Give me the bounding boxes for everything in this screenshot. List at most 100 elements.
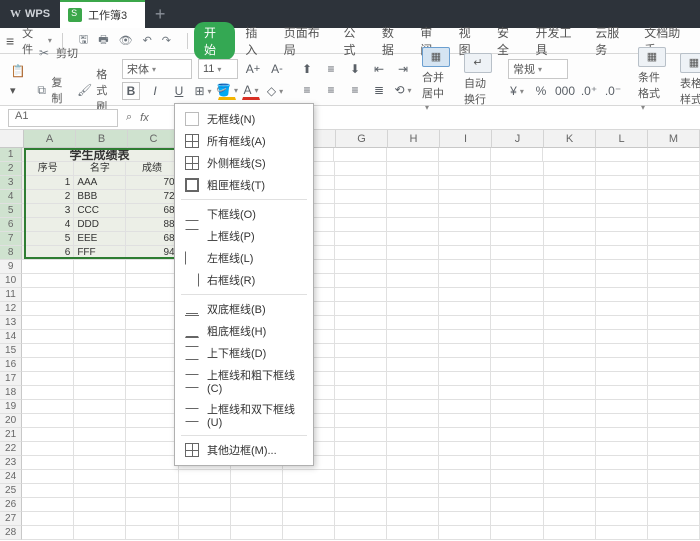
cell-G18[interactable] bbox=[335, 386, 387, 400]
col-header-K[interactable]: K bbox=[544, 130, 596, 148]
cell-A13[interactable] bbox=[22, 316, 74, 330]
cell-C6[interactable]: 88 bbox=[126, 218, 178, 232]
row-header-8[interactable]: 8 bbox=[0, 246, 22, 260]
undo-icon[interactable]: ↶ bbox=[143, 34, 152, 47]
cell-M6[interactable] bbox=[648, 218, 700, 232]
cell-H11[interactable] bbox=[387, 288, 439, 302]
cell-A11[interactable] bbox=[22, 288, 74, 302]
cell-D28[interactable] bbox=[179, 526, 231, 540]
cell-M19[interactable] bbox=[648, 400, 700, 414]
align-center-icon[interactable]: ≡ bbox=[322, 81, 340, 99]
ribbon-tab-8[interactable]: 开发工具 bbox=[528, 22, 585, 60]
ribbon-tab-9[interactable]: 云服务 bbox=[588, 22, 634, 60]
cell-H25[interactable] bbox=[387, 484, 439, 498]
cell-H20[interactable] bbox=[387, 414, 439, 428]
cell-A1[interactable]: 学生成绩表 bbox=[22, 148, 178, 162]
cell-B6[interactable]: DDD bbox=[74, 218, 126, 232]
bold-button[interactable]: B bbox=[122, 82, 140, 100]
cell-A18[interactable] bbox=[22, 386, 74, 400]
cut-button[interactable]: ✂剪切 bbox=[34, 44, 110, 62]
select-all-corner[interactable] bbox=[0, 130, 24, 148]
cell-K26[interactable] bbox=[544, 498, 596, 512]
grow-font-icon[interactable]: A+ bbox=[244, 60, 262, 78]
ribbon-tab-4[interactable]: 数据 bbox=[375, 22, 410, 60]
cell-K10[interactable] bbox=[544, 274, 596, 288]
cell-G16[interactable] bbox=[335, 358, 387, 372]
cell-E28[interactable] bbox=[231, 526, 283, 540]
cell-E27[interactable] bbox=[231, 512, 283, 526]
cell-C18[interactable] bbox=[126, 386, 178, 400]
col-header-M[interactable]: M bbox=[648, 130, 700, 148]
cell-K20[interactable] bbox=[544, 414, 596, 428]
cell-I13[interactable] bbox=[439, 316, 491, 330]
cell-L11[interactable] bbox=[596, 288, 648, 302]
row-header-14[interactable]: 14 bbox=[0, 330, 22, 344]
indent-dec-icon[interactable]: ⇤ bbox=[370, 60, 388, 78]
cell-M15[interactable] bbox=[648, 344, 700, 358]
cell-G19[interactable] bbox=[335, 400, 387, 414]
cell-H28[interactable] bbox=[387, 526, 439, 540]
row-header-13[interactable]: 13 bbox=[0, 316, 22, 330]
border-menu-item[interactable]: 所有框线(A) bbox=[175, 130, 313, 152]
cell-C4[interactable]: 72 bbox=[126, 190, 178, 204]
cell-M8[interactable] bbox=[648, 246, 700, 260]
cell-J15[interactable] bbox=[491, 344, 543, 358]
cell-B7[interactable]: EEE bbox=[74, 232, 126, 246]
cell-H3[interactable] bbox=[387, 176, 439, 190]
border-menu-item[interactable]: 上框线和双下框线(U) bbox=[175, 398, 313, 432]
cell-G7[interactable] bbox=[335, 232, 387, 246]
cell-H24[interactable] bbox=[387, 470, 439, 484]
cell-B20[interactable] bbox=[74, 414, 126, 428]
cell-D26[interactable] bbox=[179, 498, 231, 512]
cell-L8[interactable] bbox=[596, 246, 648, 260]
cell-G27[interactable] bbox=[335, 512, 387, 526]
cell-I3[interactable] bbox=[439, 176, 491, 190]
cell-G1[interactable] bbox=[334, 148, 386, 162]
cell-G5[interactable] bbox=[335, 204, 387, 218]
cell-M27[interactable] bbox=[648, 512, 700, 526]
cell-H15[interactable] bbox=[387, 344, 439, 358]
row-header-28[interactable]: 28 bbox=[0, 526, 22, 540]
cell-J28[interactable] bbox=[491, 526, 543, 540]
cell-J1[interactable] bbox=[491, 148, 543, 162]
cell-M9[interactable] bbox=[648, 260, 700, 274]
cell-B8[interactable]: FFF bbox=[74, 246, 126, 260]
cell-K5[interactable] bbox=[544, 204, 596, 218]
row-header-5[interactable]: 5 bbox=[0, 204, 22, 218]
cell-M23[interactable] bbox=[648, 456, 700, 470]
cell-L5[interactable] bbox=[596, 204, 648, 218]
preview-icon[interactable]: 👁 bbox=[119, 34, 133, 47]
cell-B24[interactable] bbox=[74, 470, 126, 484]
align-top-icon[interactable]: ⬆ bbox=[298, 60, 316, 78]
cell-B2[interactable]: 名字 bbox=[74, 162, 126, 176]
clear-format-button[interactable]: ◇ bbox=[266, 82, 284, 100]
cell-K19[interactable] bbox=[544, 400, 596, 414]
number-format-select[interactable]: 常规 bbox=[508, 59, 568, 79]
cell-I17[interactable] bbox=[439, 372, 491, 386]
cell-M25[interactable] bbox=[648, 484, 700, 498]
cell-J9[interactable] bbox=[491, 260, 543, 274]
cell-C9[interactable] bbox=[126, 260, 178, 274]
format-painter-button[interactable]: 🖌格式刷 bbox=[75, 65, 110, 115]
indent-inc-icon[interactable]: ⇥ bbox=[394, 60, 412, 78]
cell-M18[interactable] bbox=[648, 386, 700, 400]
cell-I18[interactable] bbox=[439, 386, 491, 400]
font-color-button[interactable]: A bbox=[242, 82, 260, 100]
cell-I5[interactable] bbox=[439, 204, 491, 218]
border-menu-item[interactable]: 下框线(O) bbox=[175, 203, 313, 225]
border-menu-item[interactable]: 上下框线(D) bbox=[175, 342, 313, 364]
cell-L24[interactable] bbox=[596, 470, 648, 484]
cell-L17[interactable] bbox=[596, 372, 648, 386]
border-menu-item[interactable]: 粗匣框线(T) bbox=[175, 174, 313, 196]
cell-G25[interactable] bbox=[335, 484, 387, 498]
cell-I14[interactable] bbox=[439, 330, 491, 344]
dec-inc-icon[interactable]: .0⁺ bbox=[580, 82, 598, 100]
cell-I2[interactable] bbox=[439, 162, 491, 176]
cell-L3[interactable] bbox=[596, 176, 648, 190]
cell-C2[interactable]: 成绩 bbox=[126, 162, 178, 176]
cell-B17[interactable] bbox=[74, 372, 126, 386]
cell-B13[interactable] bbox=[74, 316, 126, 330]
col-header-H[interactable]: H bbox=[388, 130, 440, 148]
cell-C19[interactable] bbox=[126, 400, 178, 414]
cell-K16[interactable] bbox=[544, 358, 596, 372]
